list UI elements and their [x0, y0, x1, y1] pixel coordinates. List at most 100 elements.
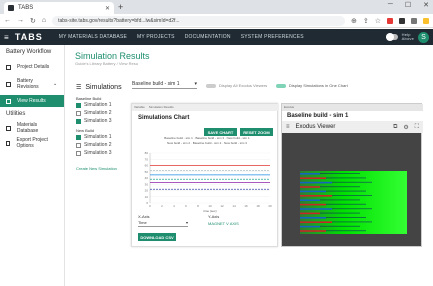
extension-icon[interactable] [423, 17, 429, 24]
mesh-stripe [300, 190, 326, 193]
y-axis-select-label: Y-Axis [208, 214, 220, 219]
close-window-icon[interactable]: ✕ [423, 1, 429, 9]
x-tick-label: 14 [232, 204, 236, 208]
sim-checkbox[interactable]: Simulation 3 [76, 118, 112, 124]
page-title: Simulation Results [75, 51, 150, 61]
export-icon [6, 140, 11, 146]
mesh-stripe [300, 195, 332, 197]
y-tick-label: 20 [145, 189, 149, 193]
simulations-heading: ☰ Simulations [76, 84, 122, 91]
reset-zoom-button[interactable]: RESET ZOOM [240, 128, 273, 136]
menu-icon[interactable]: ≡ [286, 124, 290, 130]
mesh-stripe [332, 181, 372, 183]
exodus-3d-viewport[interactable] [300, 171, 407, 234]
x-tick-label: 6 [185, 204, 187, 208]
mesh-stripe [332, 221, 372, 223]
mesh-stripe [320, 225, 360, 227]
x-tick-label: 16 [244, 204, 248, 208]
y-axis-select[interactable]: MAGNET V AXIS [208, 221, 239, 226]
sim-checkbox[interactable]: Simulation 1 [76, 102, 112, 108]
extension-icon[interactable] [411, 17, 417, 24]
fullscreen-icon[interactable]: ⛶ [415, 124, 419, 131]
mesh-stripe [300, 199, 320, 201]
x-tick-label: 8 [197, 204, 199, 208]
camera-icon[interactable]: ⧉ [393, 124, 397, 131]
nav-documentation[interactable]: DOCUMENTATION [185, 34, 231, 40]
legend-item: New build - sim 1 [226, 136, 250, 140]
home-icon[interactable]: ⌂ [42, 17, 46, 24]
x-tick-label: 4 [173, 204, 175, 208]
forward-icon[interactable]: → [17, 17, 24, 24]
mesh-stripe [300, 221, 332, 223]
avatar[interactable]: S [418, 31, 429, 43]
settings-icon[interactable]: ⚙ [403, 124, 408, 131]
hamburger-menu-icon[interactable]: ≡ [4, 33, 9, 42]
help-toggle[interactable] [385, 33, 398, 41]
url-field[interactable]: tabs-site.tabs.gov/results?battery=bfd..… [52, 15, 345, 26]
sim-checkbox[interactable]: Simulation 2 [76, 110, 112, 116]
x-axis-select-label: X-Axis [138, 214, 150, 219]
mesh-stripe [332, 208, 372, 210]
mesh-stripe [320, 173, 360, 174]
baseline-select[interactable]: Baseline build - sim 1 ▾ [132, 81, 197, 89]
tab-title: TABS [18, 5, 34, 11]
tab-variable[interactable]: Variable [134, 105, 145, 110]
mesh-stripe [300, 186, 320, 188]
x-axis-label: time (sec) [203, 209, 216, 213]
y-tick-label: 40 [145, 176, 149, 180]
app-header: ≡ TABS MY MATERIALS DATABASE MY PROJECTS… [0, 29, 433, 45]
mesh-stripe [300, 225, 320, 228]
maximize-icon[interactable]: ☐ [405, 1, 411, 9]
group-label: Baseline Build [76, 96, 102, 101]
y-tick-label: 60 [145, 164, 149, 168]
browser-tab-bar: TABS ✕ + ─ ☐ ✕ [0, 0, 433, 14]
sim-checkbox[interactable]: Simulation 1 [76, 134, 112, 140]
sidebar: Battery Workflow Project Details Battery… [0, 45, 65, 286]
x-axis-select[interactable]: Time ▾ [138, 220, 188, 227]
address-bar-row: ← → ↻ ⌂ tabs-site.tabs.gov/results?battery=… [0, 14, 433, 28]
legend-item: Baseline build - sim 1 [164, 136, 193, 140]
sidebar-item-battery-revisions[interactable]: Battery Revisions ⌄ [0, 76, 64, 92]
sidebar-item-materials-database[interactable]: Materials Database [0, 122, 64, 134]
zoom-icon[interactable]: ⊕ [351, 17, 357, 25]
mesh-stripe [300, 208, 332, 210]
new-tab-button[interactable]: + [118, 2, 123, 12]
y-tick-label: 70 [145, 157, 149, 161]
save-chart-button[interactable]: SAVE CHART [204, 128, 237, 136]
sidebar-item-view-results[interactable]: View Results [0, 95, 64, 107]
mesh-stripe [300, 217, 326, 219]
share-icon[interactable]: ⇪ [363, 17, 369, 25]
back-icon[interactable]: ← [4, 17, 11, 24]
help-label: Help Above [401, 32, 414, 41]
nav-materials[interactable]: MY MATERIALS DATABASE [59, 34, 127, 40]
extension-icon[interactable] [387, 17, 393, 24]
close-tab-icon[interactable]: ✕ [105, 5, 110, 12]
extension-icon[interactable] [399, 17, 405, 24]
mesh-stripe [300, 212, 320, 215]
minimize-icon[interactable]: ─ [388, 1, 393, 9]
legend-item: Baseline build - sim 3 [195, 136, 224, 140]
nav-projects[interactable]: MY PROJECTS [137, 34, 175, 40]
display-one-chart-toggle[interactable]: Display Simulations in One Chart [276, 83, 348, 88]
star-icon[interactable]: ☆ [375, 17, 381, 25]
viewer-title: Baseline build - sim 1 [282, 111, 423, 121]
viewer-heading: Exodus Viewer [295, 124, 336, 130]
mesh-stripe [300, 177, 326, 179]
sim-checkbox[interactable]: Simulation 2 [76, 142, 112, 148]
utilities-header: Utilities [6, 111, 26, 117]
download-csv-button[interactable]: DOWNLOAD CSV [138, 233, 176, 241]
dropdown-arrow-icon: ▾ [185, 220, 188, 225]
tab-sim-results[interactable]: Simulation Results [149, 105, 174, 110]
browser-tab[interactable]: TABS ✕ [4, 2, 114, 14]
reload-icon[interactable]: ↻ [30, 17, 36, 25]
x-tick-label: 2 [161, 204, 163, 208]
display-all-toggle[interactable]: Display All Exodus Viewers [206, 83, 267, 88]
sim-checkbox[interactable]: Simulation 3 [76, 150, 112, 156]
chart-panel-tabs: Variable Simulation Results [132, 104, 279, 111]
create-new-simulation-link[interactable]: Create New Simulation [76, 166, 117, 171]
sidebar-item-project-details[interactable]: Project Details [0, 61, 64, 73]
nav-preferences[interactable]: SYSTEM PREFERENCES [241, 34, 304, 40]
document-icon [6, 64, 11, 70]
simulations-line-chart[interactable]: 010203040506070800 2 4 6 8 10 12 14 16 18 20time (… [140, 151, 274, 213]
sidebar-item-export-options[interactable]: Export Project Options [0, 137, 64, 149]
